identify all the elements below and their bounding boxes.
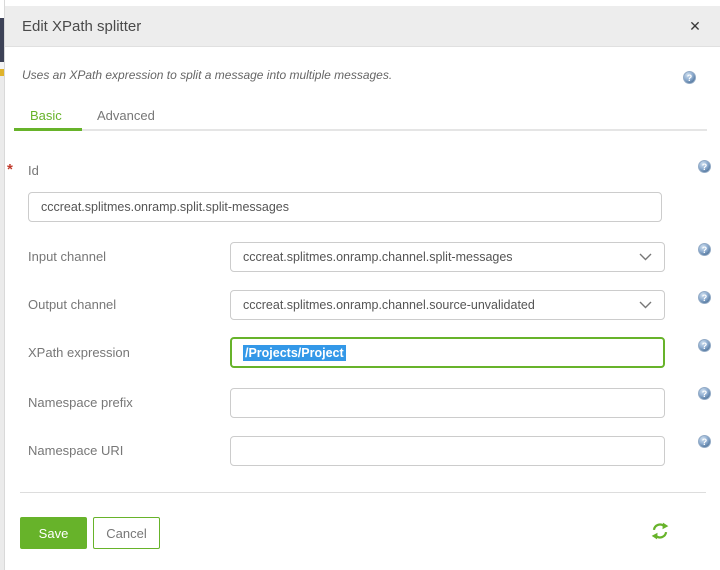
help-icon-namespace-uri[interactable]: ? — [698, 435, 711, 448]
xpath-expression-label: XPath expression — [28, 345, 130, 360]
xpath-selected-text: /Projects/Project — [243, 344, 346, 361]
active-tab-underline — [14, 128, 82, 131]
help-icon-namespace-prefix[interactable]: ? — [698, 387, 711, 400]
help-icon-description[interactable]: ? — [683, 71, 696, 84]
chevron-down-icon — [639, 253, 652, 261]
namespace-uri-label: Namespace URI — [28, 443, 124, 458]
chevron-down-icon — [639, 301, 652, 309]
id-input[interactable] — [28, 192, 662, 222]
close-icon[interactable]: ✕ — [680, 6, 710, 47]
output-channel-label: Output channel — [28, 297, 117, 312]
refresh-button[interactable] — [650, 522, 670, 542]
namespace-uri-input[interactable] — [230, 436, 665, 466]
help-icon-input-channel[interactable]: ? — [698, 243, 711, 256]
required-marker: * — [7, 161, 13, 178]
dialog-description: Uses an XPath expression to split a mess… — [22, 68, 393, 82]
edit-xpath-splitter-dialog: Edit XPath splitter ✕ Uses an XPath expr… — [0, 0, 720, 570]
tabs-divider — [14, 129, 707, 131]
xpath-expression-input[interactable]: /Projects/Project — [230, 337, 665, 368]
namespace-prefix-label: Namespace prefix — [28, 395, 133, 410]
modal-left-border — [4, 0, 5, 570]
help-icon-xpath[interactable]: ? — [698, 339, 711, 352]
id-label: Id — [28, 163, 39, 178]
input-channel-select[interactable]: cccreat.splitmes.onramp.channel.split-me… — [230, 242, 665, 272]
save-button[interactable]: Save — [20, 517, 87, 549]
cancel-button[interactable]: Cancel — [93, 517, 160, 549]
namespace-prefix-input[interactable] — [230, 388, 665, 418]
tab-basic[interactable]: Basic — [30, 108, 62, 123]
tab-advanced[interactable]: Advanced — [97, 108, 155, 123]
footer-divider — [20, 492, 706, 493]
input-channel-label: Input channel — [28, 249, 107, 264]
input-channel-value: cccreat.splitmes.onramp.channel.split-me… — [243, 250, 513, 264]
refresh-icon — [651, 522, 669, 540]
help-icon-output-channel[interactable]: ? — [698, 291, 711, 304]
output-channel-value: cccreat.splitmes.onramp.channel.source-u… — [243, 298, 535, 312]
dialog-header: Edit XPath splitter ✕ — [5, 6, 720, 47]
output-channel-select[interactable]: cccreat.splitmes.onramp.channel.source-u… — [230, 290, 665, 320]
dialog-title: Edit XPath splitter — [22, 18, 142, 35]
help-icon-id[interactable]: ? — [698, 160, 711, 173]
